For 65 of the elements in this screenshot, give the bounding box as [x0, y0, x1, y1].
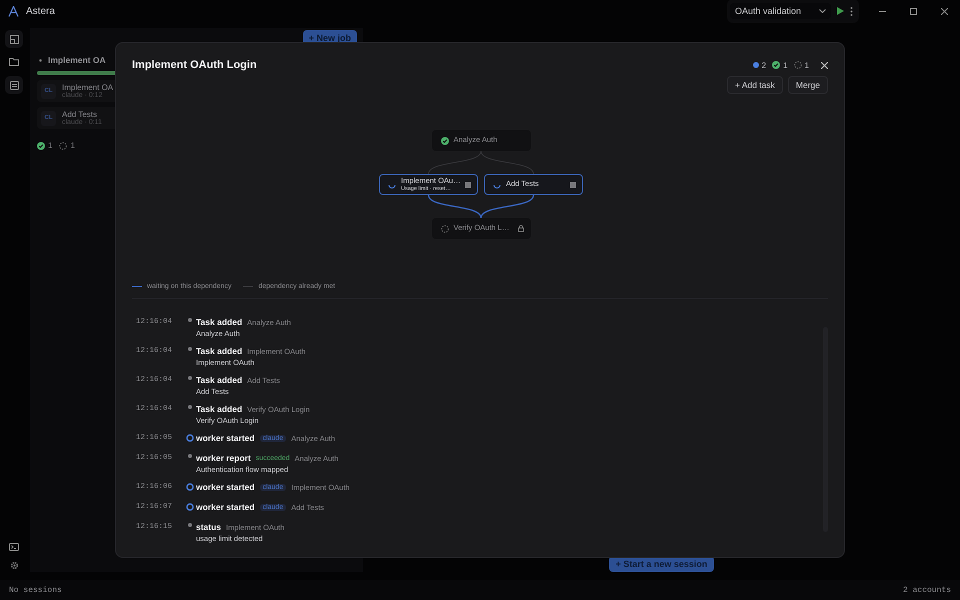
check-icon: [37, 142, 45, 150]
log-event: worker started: [196, 502, 255, 512]
task-title: Add Tests: [62, 110, 98, 119]
dependency-edge: [480, 150, 534, 174]
dot-icon: [188, 454, 192, 458]
dot-icon: [188, 347, 192, 351]
app-title: Astera: [26, 6, 55, 16]
more-icon[interactable]: [850, 6, 853, 16]
count-label: 1: [48, 141, 52, 150]
count-label: 1: [804, 60, 809, 70]
count-label: 2: [762, 60, 766, 70]
dot-icon: [188, 376, 192, 380]
lock-icon: [518, 225, 524, 232]
dot-icon: [752, 62, 759, 68]
dialog-button[interactable]: Merge: [788, 76, 828, 94]
stop-icon[interactable]: [465, 182, 471, 188]
log-event: Task added: [196, 317, 242, 327]
chevron-icon: [819, 9, 826, 13]
dashed-circle-icon: [794, 61, 802, 69]
accounts-text: 2 accounts: [902, 586, 951, 594]
logo-icon: [8, 6, 19, 16]
legend-line: [132, 286, 142, 287]
log-event: worker started: [196, 482, 255, 492]
count-label: 1: [70, 141, 75, 150]
maximize-icon[interactable]: [910, 8, 917, 14]
dialog-button[interactable]: + Add task: [726, 76, 783, 94]
caret-icon[interactable]: [39, 58, 42, 62]
dependency-edge: [428, 150, 482, 174]
log-event: Task added: [196, 404, 242, 414]
ring-icon: [186, 434, 194, 442]
board-icon: [10, 80, 18, 90]
ring-icon: [186, 483, 194, 491]
dialog-title: Implement OAuth Login: [132, 59, 257, 71]
dashed-circle-icon: [440, 224, 448, 232]
terminal-icon[interactable]: [9, 543, 19, 551]
config-dropdown[interactable]: OAuth validation: [730, 3, 831, 19]
log-event: worker started: [196, 433, 255, 443]
log-event: status: [196, 522, 222, 532]
dot-icon: [188, 318, 192, 322]
close-icon[interactable]: [821, 62, 828, 68]
play-icon[interactable]: [837, 7, 844, 15]
log-event: Task added: [196, 375, 242, 385]
dot-icon: [188, 405, 192, 409]
rail-item[interactable]: [5, 30, 23, 48]
dependency-edge: [428, 194, 482, 218]
rail-item[interactable]: [5, 76, 23, 94]
dot-icon: [188, 523, 192, 527]
folder-icon: [9, 58, 19, 66]
stop-icon[interactable]: [570, 182, 576, 188]
status-text: No sessions: [9, 586, 62, 594]
check-icon: [440, 136, 448, 144]
ring-icon: [186, 503, 194, 511]
dependency-edge: [480, 194, 534, 218]
legend-line: [243, 286, 254, 287]
task-title: Implement OA: [62, 83, 114, 92]
count-label: 1: [783, 60, 788, 70]
check-icon: [772, 61, 780, 69]
dashed-circle-icon: [59, 142, 68, 150]
job-title[interactable]: Implement OA: [48, 55, 106, 65]
minimize-icon[interactable]: [879, 10, 886, 12]
settings-icon[interactable]: [10, 561, 18, 570]
close-icon[interactable]: [941, 8, 948, 14]
log-event: Task added: [196, 346, 242, 356]
layout-icon: [10, 34, 18, 44]
log-event: worker report: [196, 453, 251, 463]
